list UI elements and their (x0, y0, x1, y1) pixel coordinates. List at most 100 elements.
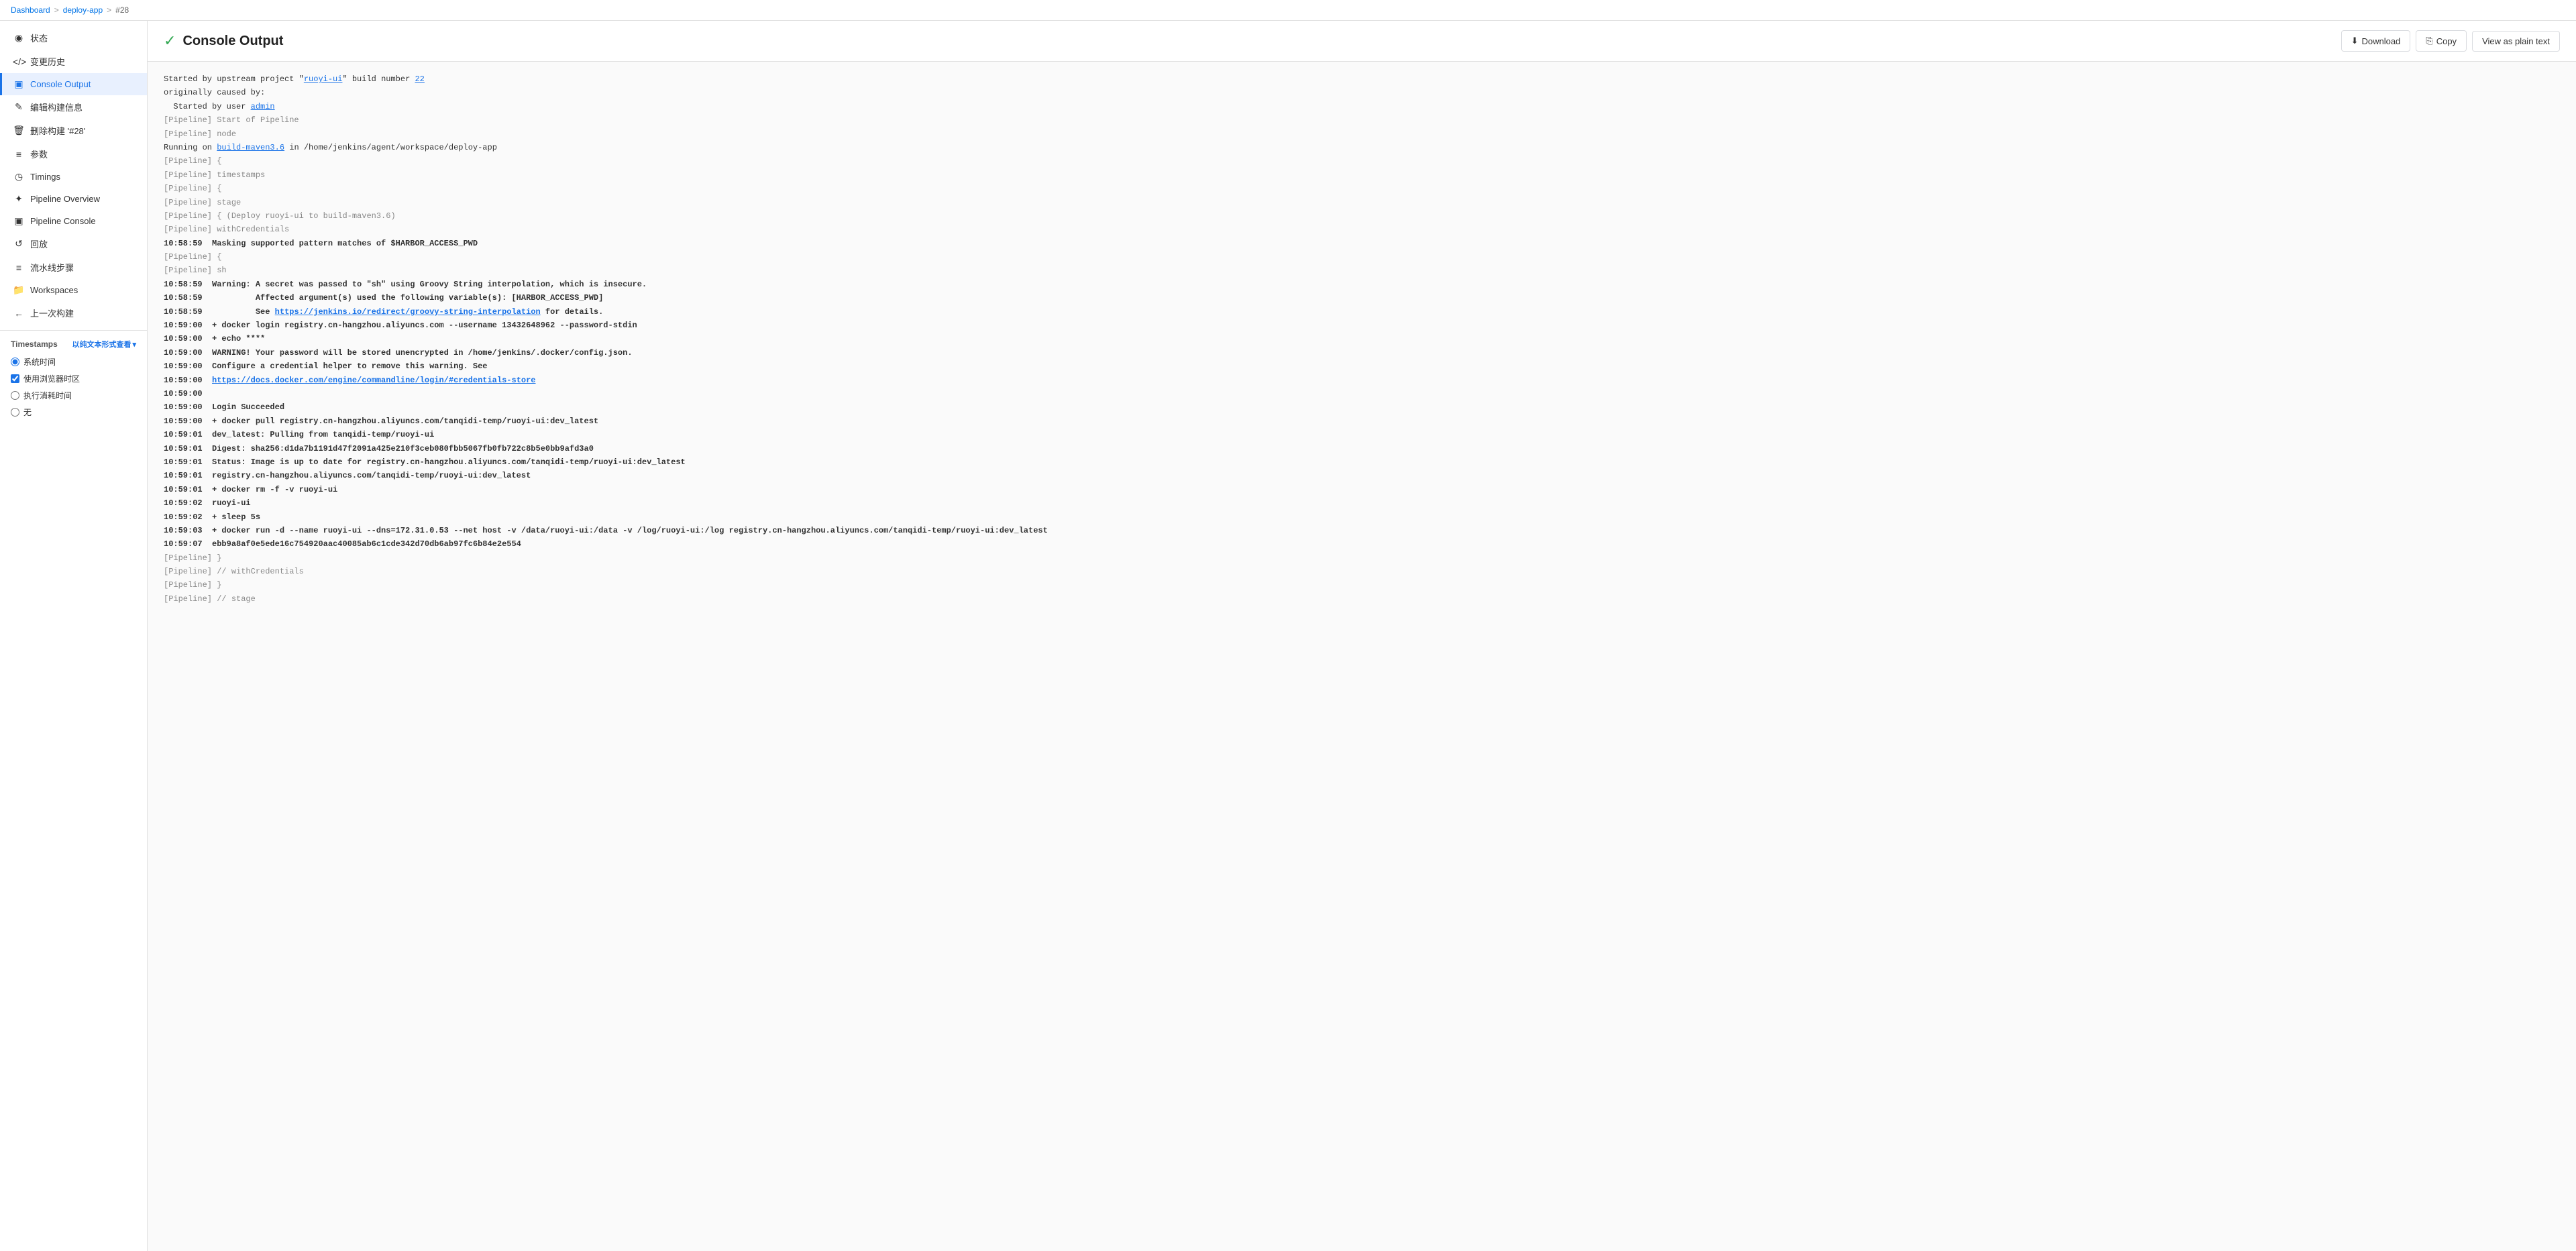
timestamp-elapsed[interactable]: 执行消耗时间 (11, 390, 136, 401)
browser-time-checkbox[interactable] (11, 374, 19, 383)
download-button[interactable]: ⬇ Download (2341, 30, 2411, 52)
history-icon: </> (13, 56, 25, 67)
sidebar-item-params[interactable]: ≡ 参数 (0, 142, 147, 166)
sidebar-item-pipeline-console[interactable]: ▣ Pipeline Console (0, 210, 147, 232)
download-icon: ⬇ (2351, 36, 2359, 46)
console-line: 10:59:07 ebb9a8af0e5ede16c754920aac40085… (164, 537, 2560, 551)
console-line: 10:59:01 registry.cn-hangzhou.aliyuncs.c… (164, 469, 2560, 482)
console-line: 10:59:00 + docker pull registry.cn-hangz… (164, 415, 2560, 428)
timestamps-link-label: 以纯文本形式查看 (72, 339, 131, 349)
sidebar-label-console: Console Output (30, 79, 91, 89)
console-icon: ▣ (13, 78, 25, 90)
success-icon: ✓ (164, 32, 176, 50)
console-line: 10:59:01 Status: Image is up to date for… (164, 455, 2560, 469)
sidebar-item-pipeline-steps[interactable]: ≡ 流水线步骤 (0, 256, 147, 279)
sidebar-item-history[interactable]: </> 变更历史 (0, 50, 147, 73)
sidebar-label-timings: Timings (30, 172, 60, 182)
copy-icon: ⎘ (2426, 36, 2432, 46)
sidebar-item-build-info[interactable]: ✎ 编辑构建信息 (0, 95, 147, 119)
console-line: Running on build-maven3.6 in /home/jenki… (164, 141, 2560, 154)
timestamps-chevron-icon: ▾ (132, 340, 136, 349)
console-link[interactable]: https://jenkins.io/redirect/groovy-strin… (275, 307, 541, 317)
sidebar-label-pipeline-overview: Pipeline Overview (30, 194, 100, 204)
console-line: Started by upstream project "ruoyi-ui" b… (164, 72, 2560, 86)
console-link[interactable]: admin (251, 102, 275, 111)
console-line: 10:59:00 WARNING! Your password will be … (164, 346, 2560, 360)
elapsed-radio[interactable] (11, 391, 19, 400)
browser-time-label: 使用浏览器时区 (23, 373, 80, 384)
console-line: [Pipeline] { (164, 154, 2560, 168)
console-line: [Pipeline] } (164, 551, 2560, 565)
timestamps-plain-text-link[interactable]: 以纯文本形式查看 ▾ (72, 339, 136, 349)
timestamps-label: Timestamps (11, 339, 58, 349)
sidebar-label-pipeline-steps: 流水线步骤 (30, 261, 74, 274)
console-line: 10:59:00 + docker login registry.cn-hang… (164, 319, 2560, 332)
breadcrumb-deploy-app[interactable]: deploy-app (63, 5, 103, 15)
console-link[interactable]: ruoyi-ui (304, 74, 343, 84)
timestamp-none[interactable]: 无 (11, 406, 136, 418)
sidebar-item-delete[interactable]: 🗑 删除构建 '#28' (0, 119, 147, 142)
delete-icon: 🗑 (13, 125, 25, 136)
status-icon: ◉ (13, 32, 25, 44)
console-line: [Pipeline] { (164, 182, 2560, 195)
breadcrumb-dashboard[interactable]: Dashboard (11, 5, 50, 15)
sidebar: ◉ 状态 </> 变更历史 ▣ Console Output ✎ 编辑构建信息 … (0, 21, 148, 1251)
content-header: ✓ Console Output ⬇ Download ⎘ Copy View … (148, 21, 2576, 62)
none-radio[interactable] (11, 408, 19, 417)
console-link[interactable]: build-maven3.6 (217, 143, 284, 152)
console-line: 10:59:01 Digest: sha256:d1da7b1191d47f20… (164, 442, 2560, 455)
page-title: Console Output (182, 34, 283, 49)
sidebar-label-pipeline-console: Pipeline Console (30, 216, 96, 226)
console-line: [Pipeline] stage (164, 196, 2560, 209)
console-line: 10:58:59 See https://jenkins.io/redirect… (164, 305, 2560, 319)
edit-icon: ✎ (13, 101, 25, 113)
console-line: [Pipeline] sh (164, 264, 2560, 277)
sidebar-item-pipeline-overview[interactable]: ✦ Pipeline Overview (0, 188, 147, 210)
console-line: [Pipeline] } (164, 578, 2560, 592)
timestamp-browser-time[interactable]: 使用浏览器时区 (11, 373, 136, 384)
console-line: 10:59:02 ruoyi-ui (164, 496, 2560, 510)
breadcrumb-build-number: #28 (115, 5, 129, 15)
sidebar-label-build-info: 编辑构建信息 (30, 101, 83, 113)
console-line: [Pipeline] { (Deploy ruoyi-ui to build-m… (164, 209, 2560, 223)
console-line: [Pipeline] { (164, 250, 2560, 264)
sidebar-item-replay[interactable]: ↺ 回放 (0, 232, 147, 256)
console-line: 10:58:59 Affected argument(s) used the f… (164, 291, 2560, 305)
console-line: [Pipeline] timestamps (164, 168, 2560, 182)
console-line: 10:59:02 + sleep 5s (164, 510, 2560, 524)
sidebar-label-workspaces: Workspaces (30, 285, 78, 295)
system-time-label: 系统时间 (23, 356, 56, 368)
sidebar-item-status[interactable]: ◉ 状态 (0, 26, 147, 50)
breadcrumb-sep-2: > (107, 5, 111, 15)
system-time-radio[interactable] (11, 358, 19, 366)
console-line: 10:58:59 Warning: A secret was passed to… (164, 278, 2560, 291)
plain-text-button[interactable]: View as plain text (2472, 31, 2560, 52)
sidebar-label-replay: 回放 (30, 237, 48, 250)
params-icon: ≡ (13, 149, 25, 160)
console-line: 10:59:00 + echo **** (164, 332, 2560, 345)
sidebar-item-workspaces[interactable]: 📁 Workspaces (0, 279, 147, 301)
main-content: ✓ Console Output ⬇ Download ⎘ Copy View … (148, 21, 2576, 1251)
copy-button[interactable]: ⎘ Copy (2416, 30, 2467, 52)
replay-icon: ↺ (13, 238, 25, 250)
sidebar-item-timings[interactable]: ◷ Timings (0, 166, 147, 188)
timings-icon: ◷ (13, 171, 25, 182)
console-line: [Pipeline] node (164, 127, 2560, 141)
pipeline-console-icon: ▣ (13, 215, 25, 227)
sidebar-label-prev-build: 上一次构建 (30, 307, 74, 319)
console-link[interactable]: 22 (415, 74, 424, 84)
sidebar-item-console[interactable]: ▣ Console Output (0, 73, 147, 95)
sidebar-label-status: 状态 (30, 32, 48, 44)
console-link[interactable]: https://docs.docker.com/engine/commandli… (212, 376, 535, 385)
steps-icon: ≡ (13, 262, 25, 273)
console-line: originally caused by: (164, 86, 2560, 99)
console-line: [Pipeline] Start of Pipeline (164, 113, 2560, 127)
console-output: Started by upstream project "ruoyi-ui" b… (148, 62, 2576, 1251)
timestamp-system-time[interactable]: 系统时间 (11, 356, 136, 368)
console-line: 10:59:00 Login Succeeded (164, 400, 2560, 414)
pipeline-overview-icon: ✦ (13, 193, 25, 205)
sidebar-item-prev-build[interactable]: ← 上一次构建 (0, 301, 147, 325)
workspaces-icon: 📁 (13, 284, 25, 296)
sidebar-label-delete: 删除构建 '#28' (30, 124, 85, 137)
console-line: [Pipeline] // stage (164, 592, 2560, 606)
